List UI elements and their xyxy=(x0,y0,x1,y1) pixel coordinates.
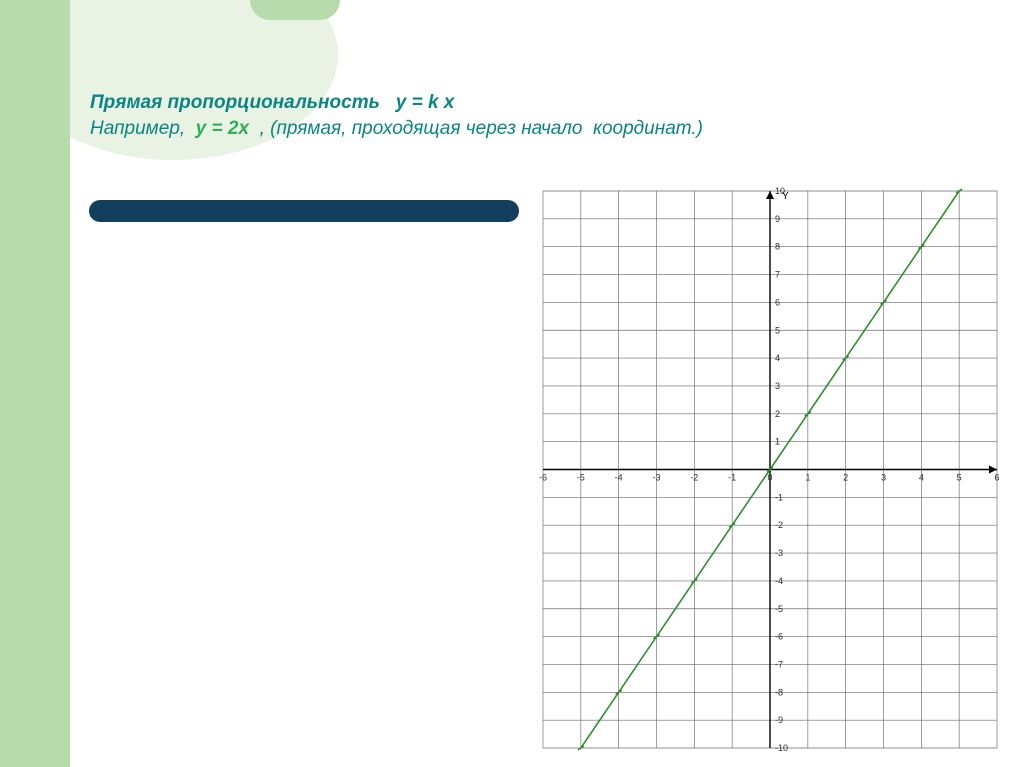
title-text: Прямая пропорциональность xyxy=(90,92,396,113)
svg-text:-3: -3 xyxy=(775,548,783,558)
svg-text:8: 8 xyxy=(775,242,780,252)
slide-top-accent xyxy=(250,0,340,20)
svg-text:-1: -1 xyxy=(728,473,736,483)
svg-text:6: 6 xyxy=(775,297,780,307)
svg-text:-1: -1 xyxy=(775,492,783,502)
svg-text:0: 0 xyxy=(767,473,772,483)
svg-text:3: 3 xyxy=(775,381,780,391)
example-prefix: Например, xyxy=(90,118,196,139)
coordinate-plane-chart: -6-5-4-3-2-10123456-10-9-8-7-6-5-4-3-2-1… xyxy=(535,183,1005,756)
svg-text:-10: -10 xyxy=(775,743,788,753)
slide-title-block: Прямая пропорциональность y = k x Наприм… xyxy=(90,92,994,140)
example-suffix: , (прямая, проходящая через начало коорд… xyxy=(249,118,703,139)
svg-text:2: 2 xyxy=(775,409,780,419)
svg-text:-9: -9 xyxy=(775,715,783,725)
title-formula: y = k x xyxy=(396,92,455,113)
svg-text:1: 1 xyxy=(775,437,780,447)
svg-text:5: 5 xyxy=(957,473,962,483)
example-formula: у = 2х xyxy=(196,118,249,139)
svg-text:-2: -2 xyxy=(690,473,698,483)
svg-text:-6: -6 xyxy=(539,473,547,483)
svg-text:-8: -8 xyxy=(775,687,783,697)
bullet-bar xyxy=(89,200,519,222)
title-line-2: Например, у = 2х , (прямая, проходящая ч… xyxy=(90,118,994,140)
svg-text:3: 3 xyxy=(881,473,886,483)
title-line-1: Прямая пропорциональность y = k x xyxy=(90,92,994,114)
svg-text:4: 4 xyxy=(775,353,780,363)
svg-text:-2: -2 xyxy=(775,520,783,530)
svg-text:-4: -4 xyxy=(775,576,783,586)
svg-text:5: 5 xyxy=(775,325,780,335)
svg-text:7: 7 xyxy=(775,270,780,280)
slide-sidebar-stripe xyxy=(0,0,70,767)
svg-text:2: 2 xyxy=(843,473,848,483)
svg-text:-7: -7 xyxy=(775,659,783,669)
svg-text:4: 4 xyxy=(919,473,924,483)
svg-text:-5: -5 xyxy=(577,473,585,483)
chart-container: -6-5-4-3-2-10123456-10-9-8-7-6-5-4-3-2-1… xyxy=(535,183,1005,756)
y-axis-label: Y xyxy=(782,191,789,202)
svg-text:6: 6 xyxy=(994,473,999,483)
svg-text:-3: -3 xyxy=(652,473,660,483)
svg-text:-4: -4 xyxy=(615,473,623,483)
svg-text:9: 9 xyxy=(775,214,780,224)
svg-text:-6: -6 xyxy=(775,632,783,642)
svg-text:-5: -5 xyxy=(775,604,783,614)
svg-text:1: 1 xyxy=(805,473,810,483)
